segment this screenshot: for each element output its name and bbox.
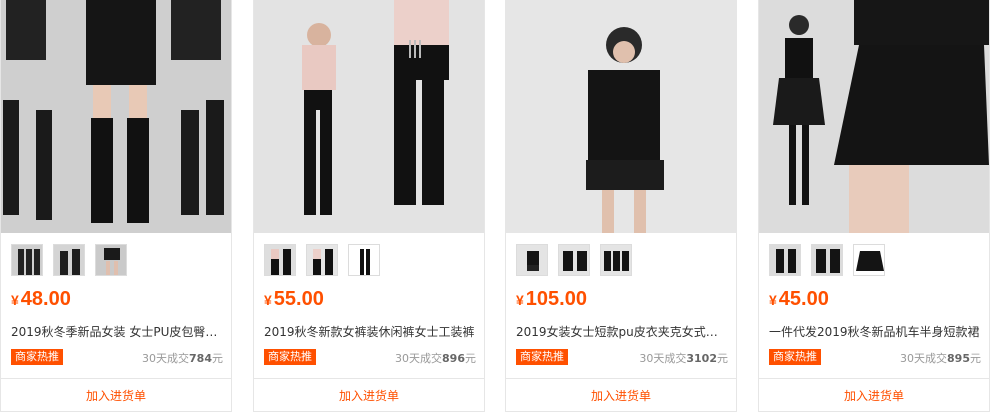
product-card[interactable]: ¥45.00 一件代发2019秋冬新品机车半身短款裙 商家热推 30天成交895… (758, 0, 990, 412)
thumbnail-strip (769, 244, 885, 278)
sales-prefix: 30天成交 (395, 352, 443, 365)
thumbnail-image[interactable] (600, 244, 632, 276)
thumbnail-image[interactable] (516, 244, 548, 276)
thumbnail-strip (11, 244, 127, 278)
price-value: 105.00 (525, 288, 587, 310)
product-meta: 商家热推 30天成交896元 (264, 349, 476, 367)
thumbnail-image[interactable] (853, 244, 885, 276)
thumbnail-strip (516, 244, 632, 278)
thumbnail-image[interactable] (769, 244, 801, 276)
product-card[interactable]: ¥55.00 2019秋冬新款女裤装休闲裤女士工装裤 商家热推 30天成交896… (253, 0, 485, 412)
product-meta: 商家热推 30天成交784元 (11, 349, 223, 367)
product-price: ¥45.00 (769, 288, 829, 311)
product-title[interactable]: 2019秋冬季新品女装 女士PU皮包臀短裙 (11, 323, 223, 340)
sales-count: 896 (442, 352, 465, 365)
add-to-purchase-list-button[interactable]: 加入进货单 (759, 378, 989, 411)
promo-badge: 商家热推 (264, 349, 316, 365)
thumbnail-image[interactable] (95, 244, 127, 276)
currency-symbol: ¥ (11, 292, 19, 308)
sales-info: 30天成交895元 (900, 350, 981, 366)
currency-symbol: ¥ (769, 292, 777, 308)
add-to-purchase-list-button[interactable]: 加入进货单 (1, 378, 231, 411)
add-to-purchase-list-button[interactable]: 加入进货单 (506, 378, 736, 411)
price-value: 45.00 (778, 288, 829, 310)
product-grid: ¥48.00 2019秋冬季新品女装 女士PU皮包臀短裙 商家热推 30天成交7… (0, 0, 993, 415)
product-price: ¥105.00 (516, 288, 587, 311)
sales-info: 30天成交3102元 (639, 350, 728, 366)
product-price: ¥55.00 (264, 288, 324, 311)
sales-count: 895 (947, 352, 970, 365)
thumbnail-image[interactable] (306, 244, 338, 276)
promo-badge: 商家热推 (516, 349, 568, 365)
sales-unit: 元 (212, 352, 223, 365)
promo-badge: 商家热推 (11, 349, 63, 365)
thumbnail-strip (264, 244, 380, 278)
price-value: 55.00 (273, 288, 324, 310)
promo-badge: 商家热推 (769, 349, 821, 365)
product-main-image[interactable] (254, 0, 484, 233)
sales-info: 30天成交784元 (142, 350, 223, 366)
thumbnail-image[interactable] (348, 244, 380, 276)
sales-unit: 元 (717, 352, 728, 365)
product-title[interactable]: 2019秋冬新款女裤装休闲裤女士工装裤 (264, 323, 476, 340)
product-meta: 商家热推 30天成交895元 (769, 349, 981, 367)
currency-symbol: ¥ (516, 292, 524, 308)
product-main-image[interactable] (1, 0, 231, 233)
thumbnail-image[interactable] (811, 244, 843, 276)
product-title[interactable]: 2019女装女士短款pu皮衣夹克女式修身 (516, 323, 728, 340)
product-main-image[interactable] (506, 0, 736, 233)
sales-prefix: 30天成交 (639, 352, 687, 365)
sales-prefix: 30天成交 (900, 352, 948, 365)
thumbnail-image[interactable] (264, 244, 296, 276)
sales-unit: 元 (465, 352, 476, 365)
product-title[interactable]: 一件代发2019秋冬新品机车半身短款裙 (769, 323, 981, 340)
price-value: 48.00 (20, 288, 71, 310)
sales-count: 3102 (686, 352, 717, 365)
product-card[interactable]: ¥48.00 2019秋冬季新品女装 女士PU皮包臀短裙 商家热推 30天成交7… (0, 0, 232, 412)
thumbnail-image[interactable] (53, 244, 85, 276)
product-meta: 商家热推 30天成交3102元 (516, 349, 728, 367)
currency-symbol: ¥ (264, 292, 272, 308)
thumbnail-image[interactable] (558, 244, 590, 276)
sales-unit: 元 (970, 352, 981, 365)
thumbnail-image[interactable] (11, 244, 43, 276)
product-price: ¥48.00 (11, 288, 71, 311)
product-card[interactable]: ¥105.00 2019女装女士短款pu皮衣夹克女式修身 商家热推 30天成交3… (505, 0, 737, 412)
add-to-purchase-list-button[interactable]: 加入进货单 (254, 378, 484, 411)
sales-prefix: 30天成交 (142, 352, 190, 365)
sales-count: 784 (189, 352, 212, 365)
product-main-image[interactable] (759, 0, 989, 233)
sales-info: 30天成交896元 (395, 350, 476, 366)
